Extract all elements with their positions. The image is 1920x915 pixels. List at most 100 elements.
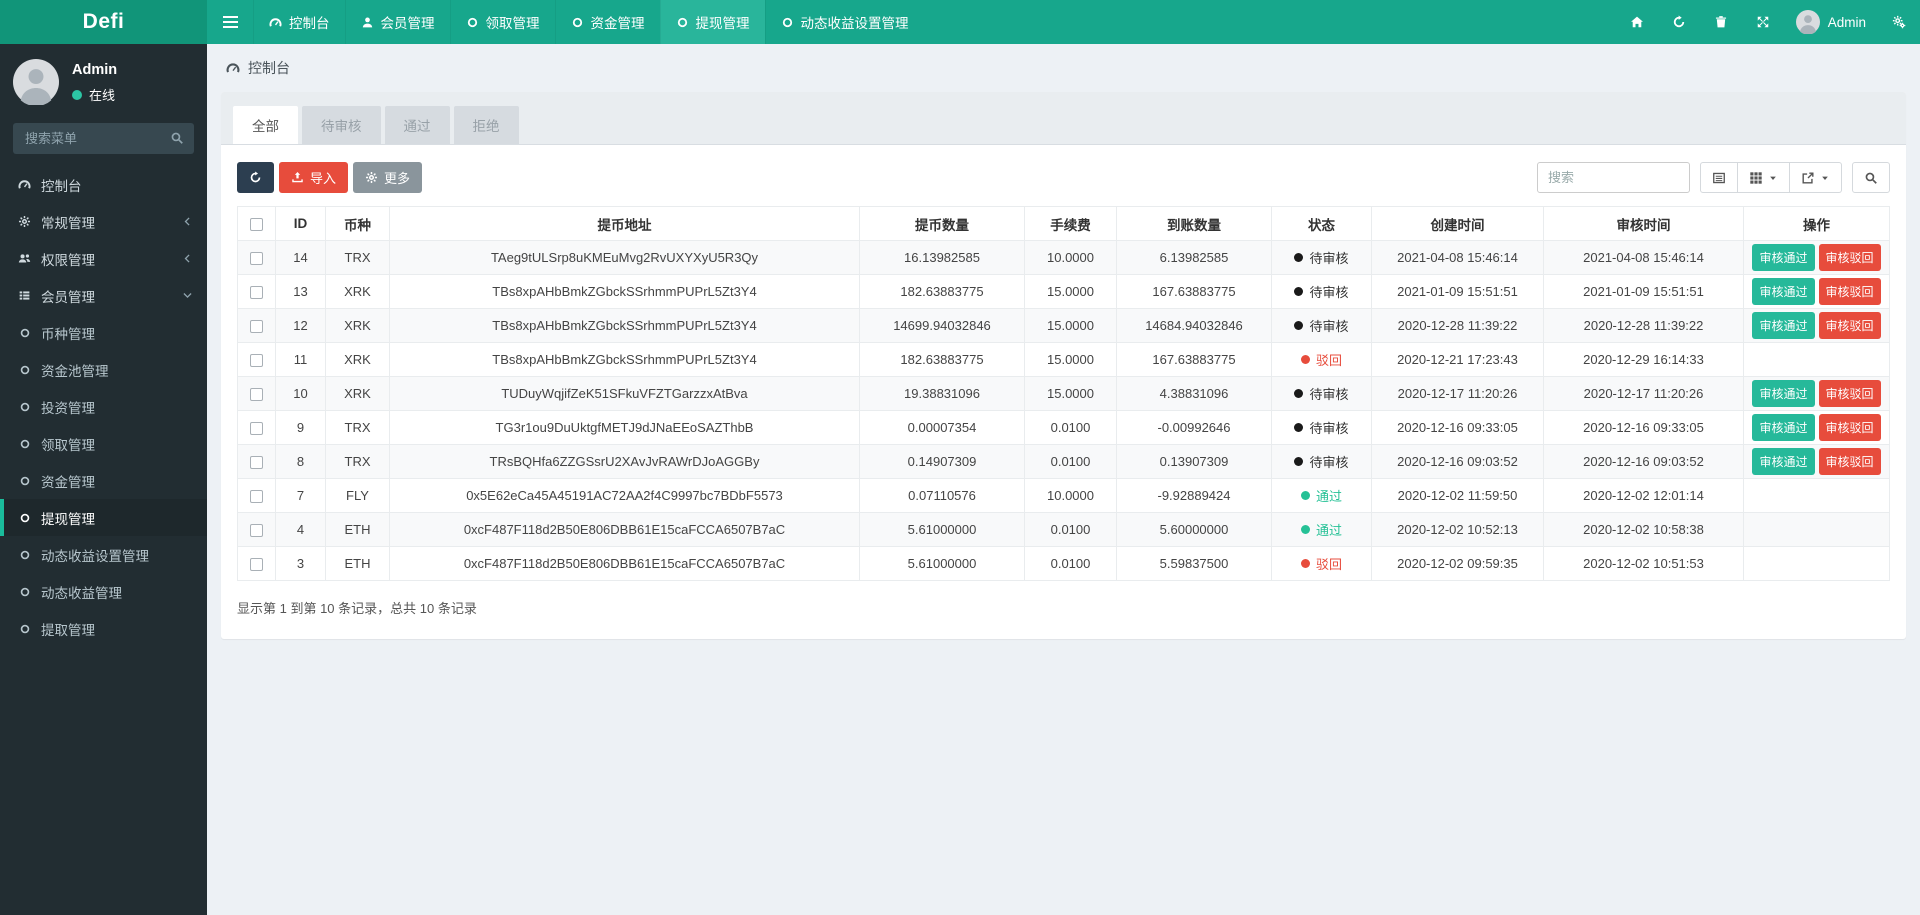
sidebar-item[interactable]: 提取管理 <box>0 610 207 647</box>
row-checkbox[interactable] <box>250 422 263 435</box>
checkbox-cell <box>238 513 276 547</box>
fee-cell: 10.0000 <box>1025 479 1117 513</box>
status-dot-icon <box>1294 457 1303 466</box>
menu-search-input[interactable] <box>13 123 194 154</box>
settings-button[interactable] <box>1878 0 1920 44</box>
created-at-cell: 2021-04-08 15:46:14 <box>1372 241 1544 275</box>
approve-button[interactable]: 审核通过 <box>1752 312 1814 339</box>
circle-icon <box>17 327 32 339</box>
user-menu[interactable]: Admin <box>1784 0 1878 44</box>
navbar-item[interactable]: 领取管理 <box>450 0 555 44</box>
circle-icon <box>571 16 584 29</box>
more-button[interactable]: 更多 <box>353 162 422 193</box>
approve-button[interactable]: 审核通过 <box>1752 448 1814 475</box>
status-label: 通过 <box>1316 486 1342 505</box>
sidebar-item[interactable]: 领取管理 <box>0 425 207 462</box>
toolbar-right <box>1537 162 1890 193</box>
tab-通过[interactable]: 通过 <box>385 106 450 144</box>
approve-button[interactable]: 审核通过 <box>1752 278 1814 305</box>
navbar-item-label: 会员管理 <box>381 12 435 32</box>
row-checkbox[interactable] <box>250 388 263 401</box>
sidebar-item-label: 领取管理 <box>41 434 95 454</box>
refresh-table-button[interactable] <box>237 162 274 193</box>
coin-cell: ETH <box>326 513 390 547</box>
pagination-toggle-button[interactable] <box>1700 162 1738 193</box>
sidebar-item[interactable]: 资金池管理 <box>0 351 207 388</box>
navbar-item-label: 资金管理 <box>591 12 645 32</box>
row-checkbox[interactable] <box>250 252 263 265</box>
sidebar-item[interactable]: 控制台 <box>0 166 207 203</box>
navbar-item[interactable]: 动态收益设置管理 <box>765 0 924 44</box>
row-checkbox[interactable] <box>250 524 263 537</box>
export-button[interactable] <box>1790 162 1842 193</box>
checkbox-cell <box>238 275 276 309</box>
sidebar-item[interactable]: 提现管理 <box>0 499 207 536</box>
brand-logo[interactable]: Defi <box>0 0 207 44</box>
received-cell: 167.63883775 <box>1117 275 1272 309</box>
navbar-item[interactable]: 提现管理 <box>660 0 765 44</box>
navbar-item[interactable]: 控制台 <box>253 0 345 44</box>
sidebar-item[interactable]: 资金管理 <box>0 462 207 499</box>
fullscreen-button[interactable] <box>1742 0 1784 44</box>
sidebar-item[interactable]: 动态收益设置管理 <box>0 536 207 573</box>
select-all-checkbox[interactable] <box>250 218 263 231</box>
table-search-input[interactable] <box>1537 162 1690 193</box>
reject-button[interactable]: 审核驳回 <box>1819 278 1881 305</box>
sidebar-item[interactable]: 投资管理 <box>0 388 207 425</box>
sidebar-item[interactable]: 权限管理 <box>0 240 207 277</box>
id-cell: 7 <box>276 479 326 513</box>
import-button[interactable]: 导入 <box>279 162 348 193</box>
actions-cell <box>1744 547 1890 581</box>
address-cell: TG3r1ou9DuUktgfMETJ9dJNaEEoSAZThbB <box>390 411 860 445</box>
clear-cache-button[interactable] <box>1700 0 1742 44</box>
approve-button[interactable]: 审核通过 <box>1752 380 1814 407</box>
status-cell: 待审核 <box>1272 309 1372 343</box>
sidebar-item[interactable]: 动态收益管理 <box>0 573 207 610</box>
table-row: 7FLY0x5E62eCa45A45191AC72AA2f4C9997bc7BD… <box>238 479 1890 513</box>
status-label: 待审核 <box>1309 384 1348 403</box>
sidebar-item[interactable]: 币种管理 <box>0 314 207 351</box>
home-button[interactable] <box>1616 0 1658 44</box>
status-dot-icon <box>1301 355 1310 364</box>
sidebar-item[interactable]: 会员管理 <box>0 277 207 314</box>
row-checkbox[interactable] <box>250 456 263 469</box>
tab-待审核[interactable]: 待审核 <box>302 106 381 144</box>
expand-icon <box>1756 15 1770 29</box>
sidebar-item-label: 提取管理 <box>41 619 95 639</box>
column-header: 状态 <box>1272 207 1372 241</box>
approve-button[interactable]: 审核通过 <box>1752 414 1814 441</box>
reject-button[interactable]: 审核驳回 <box>1819 414 1881 441</box>
reject-button[interactable]: 审核驳回 <box>1819 448 1881 475</box>
search-toggle-button[interactable] <box>1852 162 1890 193</box>
checkbox-cell <box>238 547 276 581</box>
reject-button[interactable]: 审核驳回 <box>1819 380 1881 407</box>
audited-at-cell: 2020-12-16 09:33:05 <box>1544 411 1744 445</box>
checkbox-cell <box>238 343 276 377</box>
columns-button[interactable] <box>1738 162 1790 193</box>
sidebar-menu: 控制台常规管理权限管理会员管理币种管理资金池管理投资管理领取管理资金管理提现管理… <box>0 166 207 647</box>
sidebar-toggle-button[interactable] <box>207 0 253 44</box>
table-row: 14TRXTAeg9tULSrp8uKMEuMvg2RvUXYXyU5R3Qy1… <box>238 241 1890 275</box>
navbar-item[interactable]: 资金管理 <box>555 0 660 44</box>
toolbar: 导入 更多 <box>237 162 1890 193</box>
status-badge: 通过 <box>1301 486 1342 505</box>
sidebar: Admin 在线 控制台常规管理权限管理会员管理币种管理资金池管理投资管理领取管… <box>0 44 207 915</box>
row-checkbox[interactable] <box>250 354 263 367</box>
tab-全部[interactable]: 全部 <box>233 106 298 144</box>
row-checkbox[interactable] <box>250 286 263 299</box>
approve-button[interactable]: 审核通过 <box>1752 244 1814 271</box>
sidebar-item-label: 资金池管理 <box>41 360 109 380</box>
navbar-item[interactable]: 会员管理 <box>345 0 450 44</box>
reject-button[interactable]: 审核驳回 <box>1819 244 1881 271</box>
refresh-button[interactable] <box>1658 0 1700 44</box>
tab-拒绝[interactable]: 拒绝 <box>454 106 519 144</box>
table-row: 8TRXTRsBQHfa6ZZGSsrU2XAvJvRAWrDJoAGGBy0.… <box>238 445 1890 479</box>
reject-button[interactable]: 审核驳回 <box>1819 312 1881 339</box>
search-icon[interactable] <box>170 131 184 145</box>
row-checkbox[interactable] <box>250 558 263 571</box>
table-head: ID币种提币地址提币数量手续费到账数量状态创建时间审核时间操作 <box>238 207 1890 241</box>
row-checkbox[interactable] <box>250 320 263 333</box>
sidebar-item[interactable]: 常规管理 <box>0 203 207 240</box>
row-checkbox[interactable] <box>250 490 263 503</box>
users-icon <box>17 252 32 265</box>
